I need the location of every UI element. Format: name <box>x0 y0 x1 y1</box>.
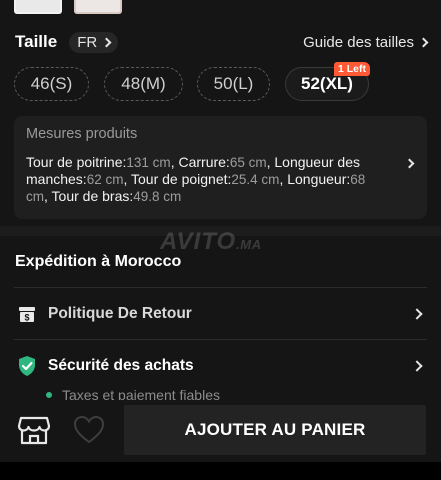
return-policy-icon: $ <box>16 303 38 325</box>
size-title: Taille <box>15 32 58 51</box>
watermark-suffix: .MA <box>236 237 262 252</box>
measure-value: 65 cm <box>229 155 267 170</box>
size-option-label: 46(S) <box>30 74 73 93</box>
divider <box>14 287 427 288</box>
svg-text:$: $ <box>24 313 29 323</box>
add-to-cart-button[interactable]: AJOUTER AU PANIER <box>124 405 426 455</box>
measure-value: 62 cm <box>86 172 124 187</box>
stock-badge: 1 Left <box>333 62 370 76</box>
product-thumbnail[interactable] <box>74 0 122 14</box>
size-option-52-selected[interactable]: 52(XL) 1 Left <box>285 62 370 101</box>
watermark-text: AVITO <box>160 228 237 255</box>
chevron-right-icon <box>101 37 112 47</box>
size-option-label: 50(L) <box>213 74 254 93</box>
avito-watermark: AVITO.MA <box>160 228 261 256</box>
measure-label: Tour de bras: <box>51 188 134 204</box>
measure-value: 131 cm <box>126 155 171 170</box>
divider <box>14 339 427 340</box>
product-thumbnail-strip <box>14 0 122 14</box>
system-nav-strip <box>0 462 441 480</box>
bottom-action-bar: AJOUTER AU PANIER <box>0 400 441 462</box>
product-measures-card[interactable]: Mesures produits Tour de poitrine:131 cm… <box>14 116 427 219</box>
size-guide-link[interactable]: Guide des tailles <box>303 33 429 51</box>
size-option-46[interactable]: 46(S) <box>14 67 89 101</box>
measure-label: Tour de poitrine: <box>26 154 127 170</box>
purchase-security-row[interactable]: Sécurité des achats <box>14 348 427 384</box>
measure-label: Longueur: <box>287 171 351 187</box>
size-header: Taille FR Guide des tailles <box>15 31 429 53</box>
size-guide-label: Guide des tailles <box>303 33 414 51</box>
chevron-right-icon <box>418 37 429 47</box>
add-to-cart-label: AJOUTER AU PANIER <box>184 420 366 439</box>
product-thumbnail[interactable] <box>14 0 62 14</box>
measure-label: Tour de poignet: <box>131 171 232 187</box>
shield-check-icon <box>16 355 38 377</box>
size-option-label: 48(M) <box>121 74 166 93</box>
measures-title: Mesures produits <box>26 126 138 142</box>
size-option-label: 52(XL) <box>301 74 353 93</box>
measure-label: Carrure: <box>178 154 230 170</box>
heart-icon[interactable] <box>72 414 106 446</box>
chevron-right-icon <box>411 308 423 320</box>
chevron-right-icon <box>411 360 423 372</box>
return-policy-row[interactable]: $ Politique De Retour <box>14 296 427 332</box>
shipping-title: Expédition à Morocco <box>15 253 182 270</box>
size-option-48[interactable]: 48(M) <box>104 67 183 101</box>
measures-list: Tour de poitrine:131 cm, Carrure:65 cm, … <box>26 154 366 204</box>
return-policy-label: Politique De Retour <box>48 305 192 322</box>
size-region-selector[interactable]: FR <box>69 31 119 53</box>
bullet-dot-icon <box>46 392 52 398</box>
size-options: 46(S) 48(M) 50(L) 52(XL) 1 Left <box>14 62 427 101</box>
purchase-security-label: Sécurité des achats <box>48 357 194 374</box>
size-option-50[interactable]: 50(L) <box>197 67 270 101</box>
chevron-right-icon <box>404 158 415 169</box>
size-region-label: FR <box>77 33 98 51</box>
store-icon[interactable] <box>16 412 52 448</box>
measure-value: 49.8 cm <box>133 189 182 204</box>
measure-value: 25.4 cm <box>231 172 280 187</box>
